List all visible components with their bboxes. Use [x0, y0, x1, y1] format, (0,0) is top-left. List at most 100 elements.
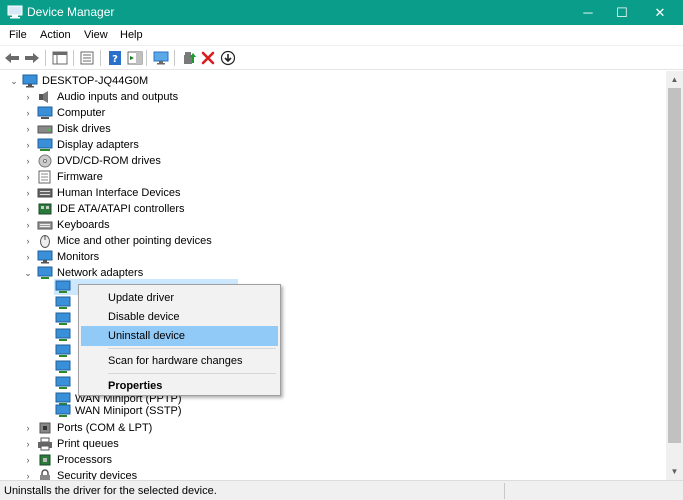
display-adapter-icon	[37, 138, 53, 151]
tree-item-processors[interactable]: Processors	[37, 452, 112, 468]
menu-action[interactable]: Action	[40, 29, 71, 41]
scrollbar-thumb[interactable]	[668, 88, 681, 443]
toolbar-separator	[73, 50, 74, 66]
tree-item-label: Display adapters	[57, 139, 139, 151]
tree-item-hid[interactable]: Human Interface Devices	[37, 185, 181, 201]
tree-item-keyboards[interactable]: Keyboards	[37, 217, 110, 233]
device-manager-icon	[7, 5, 23, 19]
monitor-icon	[37, 250, 53, 264]
toolbar-separator	[45, 50, 46, 66]
expand-chevron-icon[interactable]: ›	[23, 423, 33, 433]
tree-item-label: Monitors	[57, 251, 100, 263]
tree-item-print-queues[interactable]: Print queues	[37, 436, 119, 452]
tree-item-display-adapters[interactable]: Display adapters	[37, 137, 139, 153]
collapse-chevron-icon[interactable]: ⌄	[9, 76, 19, 86]
menu-update-driver[interactable]: Update driver	[81, 288, 278, 308]
tree-item-label: WAN Miniport (SSTP)	[75, 405, 182, 417]
menu-properties[interactable]: Properties	[81, 376, 278, 396]
properties-toolbar-button[interactable]	[78, 49, 96, 67]
expand-chevron-icon[interactable]: ›	[23, 172, 33, 182]
down-arrow-circle-icon	[220, 50, 236, 66]
expand-chevron-icon[interactable]: ›	[23, 140, 33, 150]
tree-item-label: Ports (COM & LPT)	[57, 422, 153, 434]
status-text: Uninstalls the driver for the selected d…	[4, 485, 217, 497]
network-adapter-icon	[55, 280, 71, 293]
collapse-chevron-icon[interactable]: ⌄	[23, 268, 33, 278]
forward-arrow-icon	[25, 53, 39, 63]
network-adapter-item[interactable]	[55, 295, 75, 311]
enable-device-button[interactable]	[219, 49, 237, 67]
network-adapter-item[interactable]	[55, 311, 75, 327]
tree-item-label: Security devices	[57, 470, 138, 480]
expand-chevron-icon[interactable]: ›	[23, 455, 33, 465]
status-bar: Uninstalls the driver for the selected d…	[0, 480, 683, 500]
menu-view[interactable]: View	[84, 29, 108, 41]
disk-drive-icon	[37, 125, 53, 134]
expand-chevron-icon[interactable]: ›	[23, 439, 33, 449]
scan-hardware-button[interactable]	[152, 49, 170, 67]
menu-scan-hardware[interactable]: Scan for hardware changes	[81, 351, 278, 371]
tree-item-monitors[interactable]: Monitors	[37, 249, 99, 265]
tree-item-label: Processors	[57, 454, 113, 466]
toolbar-separator	[146, 50, 147, 66]
vertical-scrollbar[interactable]: ▲ ▼	[666, 71, 683, 480]
tree-root[interactable]: DESKTOP-JQ44G0M	[22, 73, 148, 89]
uninstall-device-button[interactable]	[199, 49, 217, 67]
network-adapter-item[interactable]	[55, 375, 75, 391]
network-adapter-item[interactable]	[55, 359, 75, 375]
menu-separator	[108, 348, 276, 349]
processor-icon	[39, 454, 51, 466]
tree-item-label: IDE ATA/ATAPI controllers	[57, 203, 185, 215]
tree-item-ide[interactable]: IDE ATA/ATAPI controllers	[37, 201, 185, 217]
forward-button[interactable]	[23, 49, 41, 67]
action-pane-button[interactable]	[126, 49, 144, 67]
tree-item-label: Print queues	[57, 438, 119, 450]
network-adapter-icon	[37, 266, 53, 279]
tree-item-network-adapters[interactable]: Network adapters	[37, 265, 143, 281]
computer-icon	[37, 106, 53, 119]
tree-item-computer[interactable]: Computer	[37, 105, 105, 121]
menu-file[interactable]: File	[9, 29, 27, 41]
tree-item-label: Computer	[57, 107, 106, 119]
expand-chevron-icon[interactable]: ›	[23, 236, 33, 246]
expand-chevron-icon[interactable]: ›	[23, 188, 33, 198]
expand-chevron-icon[interactable]: ›	[23, 252, 33, 262]
help-toolbar-button[interactable]: ?	[106, 49, 124, 67]
scroll-up-arrow-icon[interactable]: ▲	[666, 71, 683, 88]
expand-chevron-icon[interactable]: ›	[23, 156, 33, 166]
tree-item-ports[interactable]: Ports (COM & LPT)	[37, 420, 152, 436]
menu-label: Scan for hardware changes	[108, 355, 243, 367]
close-button[interactable]: ✕	[637, 0, 683, 25]
network-adapter-item-wan-sstp[interactable]: WAN Miniport (SSTP)	[55, 403, 182, 419]
expand-chevron-icon[interactable]: ›	[23, 92, 33, 102]
menu-help[interactable]: Help	[120, 29, 143, 41]
menu-disable-device[interactable]: Disable device	[81, 307, 278, 327]
expand-chevron-icon[interactable]: ›	[23, 471, 33, 480]
network-adapter-item[interactable]	[55, 343, 75, 359]
tree-item-disk-drives[interactable]: Disk drives	[37, 121, 111, 137]
scroll-down-arrow-icon[interactable]: ▼	[666, 463, 683, 480]
network-adapter-item-selected[interactable]	[55, 279, 75, 295]
tree-item-audio[interactable]: Audio inputs and outputs	[37, 89, 178, 105]
tree-item-dvd[interactable]: DVD/CD-ROM drives	[37, 153, 161, 169]
toolbar-separator	[100, 50, 101, 66]
back-button[interactable]	[3, 49, 21, 67]
status-divider	[504, 483, 505, 499]
show-hide-console-tree-button[interactable]	[51, 49, 69, 67]
update-driver-button[interactable]	[180, 49, 198, 67]
expand-chevron-icon[interactable]: ›	[23, 108, 33, 118]
dvd-drive-icon	[38, 154, 52, 168]
tree-item-mice[interactable]: Mice and other pointing devices	[37, 233, 212, 249]
expand-chevron-icon[interactable]: ›	[23, 204, 33, 214]
tree-item-security-devices[interactable]: Security devices	[37, 468, 137, 480]
expand-chevron-icon[interactable]: ›	[23, 124, 33, 134]
expand-chevron-icon[interactable]: ›	[23, 220, 33, 230]
network-adapter-item[interactable]	[55, 327, 75, 343]
network-adapter-icon	[55, 376, 71, 389]
context-menu: Update driver Disable device Uninstall d…	[78, 284, 281, 396]
tree-item-label: DVD/CD-ROM drives	[57, 155, 161, 167]
tree-item-firmware[interactable]: Firmware	[37, 169, 103, 185]
keyboard-icon	[37, 221, 53, 230]
ide-controller-icon	[38, 203, 52, 215]
menu-uninstall-device[interactable]: Uninstall device	[81, 326, 278, 346]
